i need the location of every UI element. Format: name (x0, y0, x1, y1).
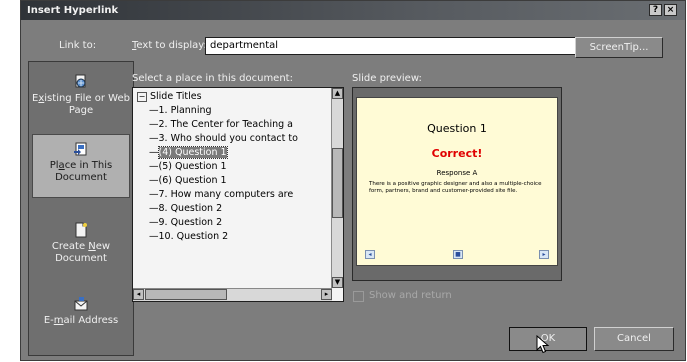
slide-body: There is a positive graphic designer and… (369, 181, 542, 194)
slide-preview: Question 1 Correct! Response A There is … (356, 97, 558, 266)
screentip-button[interactable]: ScreenTip... (575, 37, 663, 58)
tree-item[interactable]: —9. Question 2 (149, 216, 222, 230)
insert-hyperlink-dialog: Insert Hyperlink ? × Link to: Existing F… (20, 0, 686, 361)
show-and-return-checkbox[interactable] (353, 291, 364, 302)
link-place-label: Place in This Document (49, 160, 113, 183)
slide-home-icon: ■ (453, 250, 463, 259)
tree-horizontal-scrollbar[interactable]: ◂ ▸ (133, 288, 332, 301)
email-icon (74, 297, 88, 311)
slide-preview-label: Slide preview: (352, 73, 422, 84)
scroll-left-icon[interactable]: ◂ (133, 289, 144, 300)
show-and-return-label: Show and return (369, 290, 452, 301)
slide-tree[interactable]: − Slide Titles —1. Planning —2. The Cente… (132, 87, 344, 302)
link-to-label: Link to: (59, 40, 97, 51)
link-place-in-document[interactable]: Place in This Document (32, 134, 130, 198)
cancel-button[interactable]: Cancel (594, 327, 674, 351)
link-create-new-document[interactable]: Create New Document (32, 216, 130, 280)
link-existing-file-label: Existing File or Web Page (32, 93, 130, 116)
slide-heading: Correct! (431, 147, 483, 160)
link-email-label: E-mail Address (43, 315, 119, 326)
tree-item[interactable]: —(6) Question 1 (149, 174, 227, 188)
scroll-up-icon[interactable]: ▲ (332, 88, 343, 99)
slide-next-icon: ▸ (539, 250, 549, 259)
tree-item[interactable]: —10. Question 2 (149, 230, 228, 244)
tree-item[interactable]: —3. Who should you contact to (149, 132, 298, 146)
existing-file-icon (75, 74, 86, 88)
horizontal-scroll-thumb[interactable] (145, 289, 227, 300)
place-in-document-icon (74, 142, 87, 156)
text-to-display-label: Text to display: (132, 40, 207, 51)
scroll-down-icon[interactable]: ▼ (332, 277, 343, 288)
link-new-document-label: Create New Document (51, 241, 111, 264)
title-bar: Insert Hyperlink (21, 1, 685, 20)
collapse-icon[interactable]: − (137, 92, 147, 102)
link-to-panel: Existing File or Web Page Place in This … (28, 61, 134, 356)
tree-item[interactable]: —2. The Center for Teaching a (149, 118, 293, 132)
tree-item[interactable]: —8. Question 2 (149, 202, 222, 216)
tree-item-selected[interactable]: —(4) Question 1 (149, 146, 228, 160)
link-existing-file[interactable]: Existing File or Web Page (32, 68, 130, 132)
new-document-icon (75, 222, 87, 238)
tree-item[interactable]: —1. Planning (149, 104, 212, 118)
mouse-cursor-icon (536, 335, 550, 354)
tree-root[interactable]: − Slide Titles (137, 90, 202, 104)
link-email-address[interactable]: E-mail Address (32, 290, 130, 354)
slide-prev-icon: ◂ (365, 250, 375, 259)
help-icon[interactable]: ? (649, 4, 662, 16)
vertical-scroll-thumb[interactable] (332, 148, 343, 218)
tree-item[interactable]: —7. How many computers are (149, 188, 293, 202)
slide-subheading: Response A (436, 169, 478, 177)
tree-item[interactable]: —(5) Question 1 (149, 160, 227, 174)
slide-title: Question 1 (427, 122, 487, 135)
window-title: Insert Hyperlink (27, 5, 119, 16)
text-to-display-input[interactable]: departmental (205, 37, 583, 55)
select-place-label: Select a place in this document: (132, 73, 293, 84)
tree-vertical-scrollbar[interactable]: ▲ ▼ (331, 88, 343, 288)
close-icon[interactable]: × (664, 4, 677, 16)
scroll-right-icon[interactable]: ▸ (321, 289, 332, 300)
